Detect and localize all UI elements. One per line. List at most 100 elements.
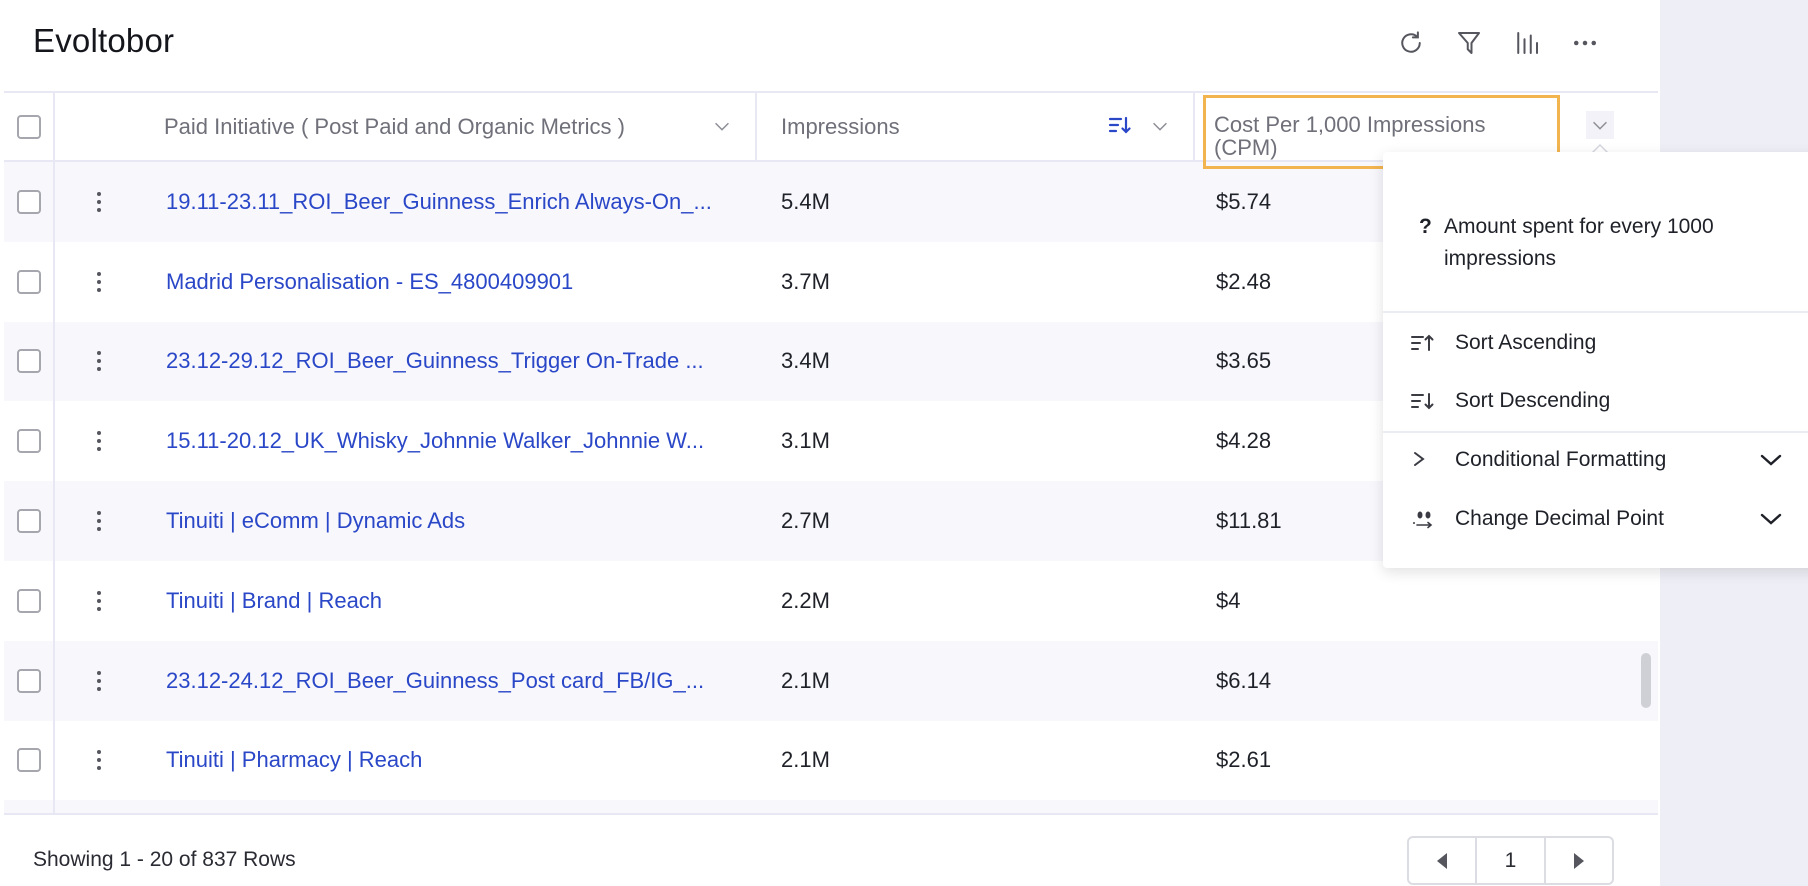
menu-item-change-decimal-point[interactable]: Change Decimal Point <box>1383 494 1808 544</box>
menu-item-conditional-formatting[interactable]: Conditional Formatting <box>1383 435 1808 485</box>
filter-button[interactable] <box>1448 24 1490 62</box>
row-checkbox[interactable] <box>16 668 41 693</box>
cpm-value: $2.48 <box>1216 268 1272 294</box>
decimal-point-icon <box>1413 511 1433 529</box>
paid-initiative-link[interactable]: 15.11-20.12_UK_Whisky_Johnnie Walker_Joh… <box>166 428 746 454</box>
help-icon: ? <box>1419 215 1432 238</box>
paid-initiative-link[interactable]: 23.12-29.12_ROI_Beer_Guinness_Trigger On… <box>166 348 746 374</box>
cpm-value: $3.65 <box>1216 348 1272 374</box>
row-checkbox[interactable] <box>16 269 41 294</box>
vertical-scrollbar[interactable] <box>1641 653 1651 708</box>
current-page[interactable]: 1 <box>1475 838 1546 883</box>
table-row: Tinuiti | Pharmacy | Reach 2.1M $2.61 <box>4 720 1658 801</box>
row-actions-button[interactable] <box>69 429 129 453</box>
table-row: 23.12-24.12_ROI_Beer_Guinness_Post card_… <box>4 640 1658 721</box>
paid-initiative-link[interactable]: 19.11-23.11_ROI_Beer_Guinness_Enrich Alw… <box>166 189 746 215</box>
row-actions-button[interactable] <box>69 589 129 613</box>
impressions-value: 2.1M <box>781 747 830 773</box>
widget-title: Evoltobor <box>33 22 175 59</box>
row-checkbox[interactable] <box>16 349 41 374</box>
impressions-value: 3.7M <box>781 268 830 294</box>
previous-page-button[interactable] <box>1409 838 1475 883</box>
kebab-menu-icon <box>97 590 101 611</box>
header-select-all <box>4 93 55 160</box>
columns-button[interactable] <box>1506 24 1548 62</box>
menu-item-label: Sort Ascending <box>1455 331 1597 354</box>
more-button[interactable] <box>1564 24 1606 62</box>
kebab-menu-icon <box>97 271 101 292</box>
row-select-cell <box>4 481 55 561</box>
row-checkbox[interactable] <box>16 429 41 454</box>
impressions-value: 2.2M <box>781 587 830 613</box>
paid-initiative-link[interactable]: 23.12-24.12_ROI_Beer_Guinness_Post card_… <box>166 668 746 694</box>
impressions-value: 3.1M <box>781 428 830 454</box>
impressions-value: 3.4M <box>781 348 830 374</box>
divider <box>1383 431 1808 433</box>
next-page-button[interactable] <box>1546 838 1612 883</box>
row-actions-button[interactable] <box>69 349 129 373</box>
row-checkbox[interactable] <box>16 588 41 613</box>
cpm-value: $2.61 <box>1216 747 1272 773</box>
chevron-down-icon[interactable] <box>1149 115 1171 137</box>
row-count-text: Showing 1 - 20 of 837 Rows <box>33 848 296 871</box>
kebab-menu-icon <box>97 511 101 532</box>
menu-item-label: Conditional Formatting <box>1455 448 1667 471</box>
cpm-value: $11.81 <box>1216 508 1282 534</box>
row-actions-button[interactable] <box>69 509 129 533</box>
sort-descending-icon <box>1411 393 1434 410</box>
row-actions-button[interactable] <box>69 190 129 214</box>
chevron-down-icon[interactable] <box>711 115 733 137</box>
kebab-menu-icon <box>97 670 101 691</box>
menu-item-sort-descending[interactable]: Sort Descending <box>1383 376 1808 426</box>
table-row: Tinuiti | Brand | Reach 2.2M $4 <box>4 560 1658 641</box>
column-description: ? Amount spent for every 1000 impression… <box>1419 211 1779 275</box>
impressions-value: 2.1M <box>781 667 830 693</box>
impressions-value: 5.4M <box>781 188 830 214</box>
more-icon <box>1574 40 1596 46</box>
sort-ascending-icon <box>1411 334 1434 351</box>
row-select-cell <box>4 241 55 322</box>
column-menu-popup: ? Amount spent for every 1000 impression… <box>1383 152 1808 568</box>
sort-descending-icon <box>1108 116 1131 134</box>
table-row-partial <box>4 800 1658 813</box>
row-checkbox[interactable] <box>16 748 41 773</box>
pagination: 1 <box>1407 836 1614 885</box>
chevron-down-icon[interactable] <box>1758 450 1784 470</box>
row-select-cell <box>4 800 55 813</box>
chevron-right-icon <box>1414 452 1425 466</box>
paid-initiative-link[interactable]: Tinuiti | eComm | Dynamic Ads <box>166 508 746 534</box>
row-actions-button[interactable] <box>69 748 129 772</box>
paid-initiative-link[interactable]: Madrid Personalisation - ES_4800409901 <box>166 269 746 295</box>
refresh-button[interactable] <box>1390 24 1432 62</box>
select-all-checkbox[interactable] <box>16 114 41 139</box>
cpm-value: $4 <box>1216 587 1241 613</box>
row-actions-button[interactable] <box>69 669 129 693</box>
divider <box>1383 311 1808 313</box>
column-header-label: Impressions <box>781 113 900 139</box>
row-checkbox[interactable] <box>16 189 41 214</box>
column-header-impressions[interactable]: Impressions <box>759 93 1195 160</box>
cpm-value: $5.74 <box>1216 188 1272 214</box>
row-select-cell <box>4 720 55 801</box>
row-select-cell <box>4 401 55 482</box>
row-select-cell <box>4 162 55 242</box>
paid-initiative-link[interactable]: Tinuiti | Brand | Reach <box>166 588 746 614</box>
row-actions-button[interactable] <box>69 270 129 294</box>
kebab-menu-icon <box>97 431 101 452</box>
cpm-column-menu-button[interactable] <box>1586 111 1614 139</box>
menu-item-sort-ascending[interactable]: Sort Ascending <box>1383 318 1808 368</box>
kebab-menu-icon <box>97 351 101 372</box>
caret-right-icon <box>1574 852 1584 869</box>
column-description-text: Amount spent for every 1000 impressions <box>1444 215 1714 270</box>
caret-left-icon <box>1437 852 1447 869</box>
row-select-cell <box>4 640 55 721</box>
column-header-paid-initiative[interactable]: Paid Initiative ( Post Paid and Organic … <box>57 93 757 160</box>
chevron-down-icon[interactable] <box>1758 509 1784 529</box>
filter-icon <box>1458 32 1480 54</box>
columns-icon <box>1517 32 1538 54</box>
row-checkbox[interactable] <box>16 509 41 534</box>
chevron-down-icon <box>1593 121 1607 130</box>
paid-initiative-link[interactable]: Tinuiti | Pharmacy | Reach <box>166 747 746 773</box>
widget-toolbar <box>1390 24 1606 62</box>
column-header-label: Paid Initiative ( Post Paid and Organic … <box>164 113 625 139</box>
